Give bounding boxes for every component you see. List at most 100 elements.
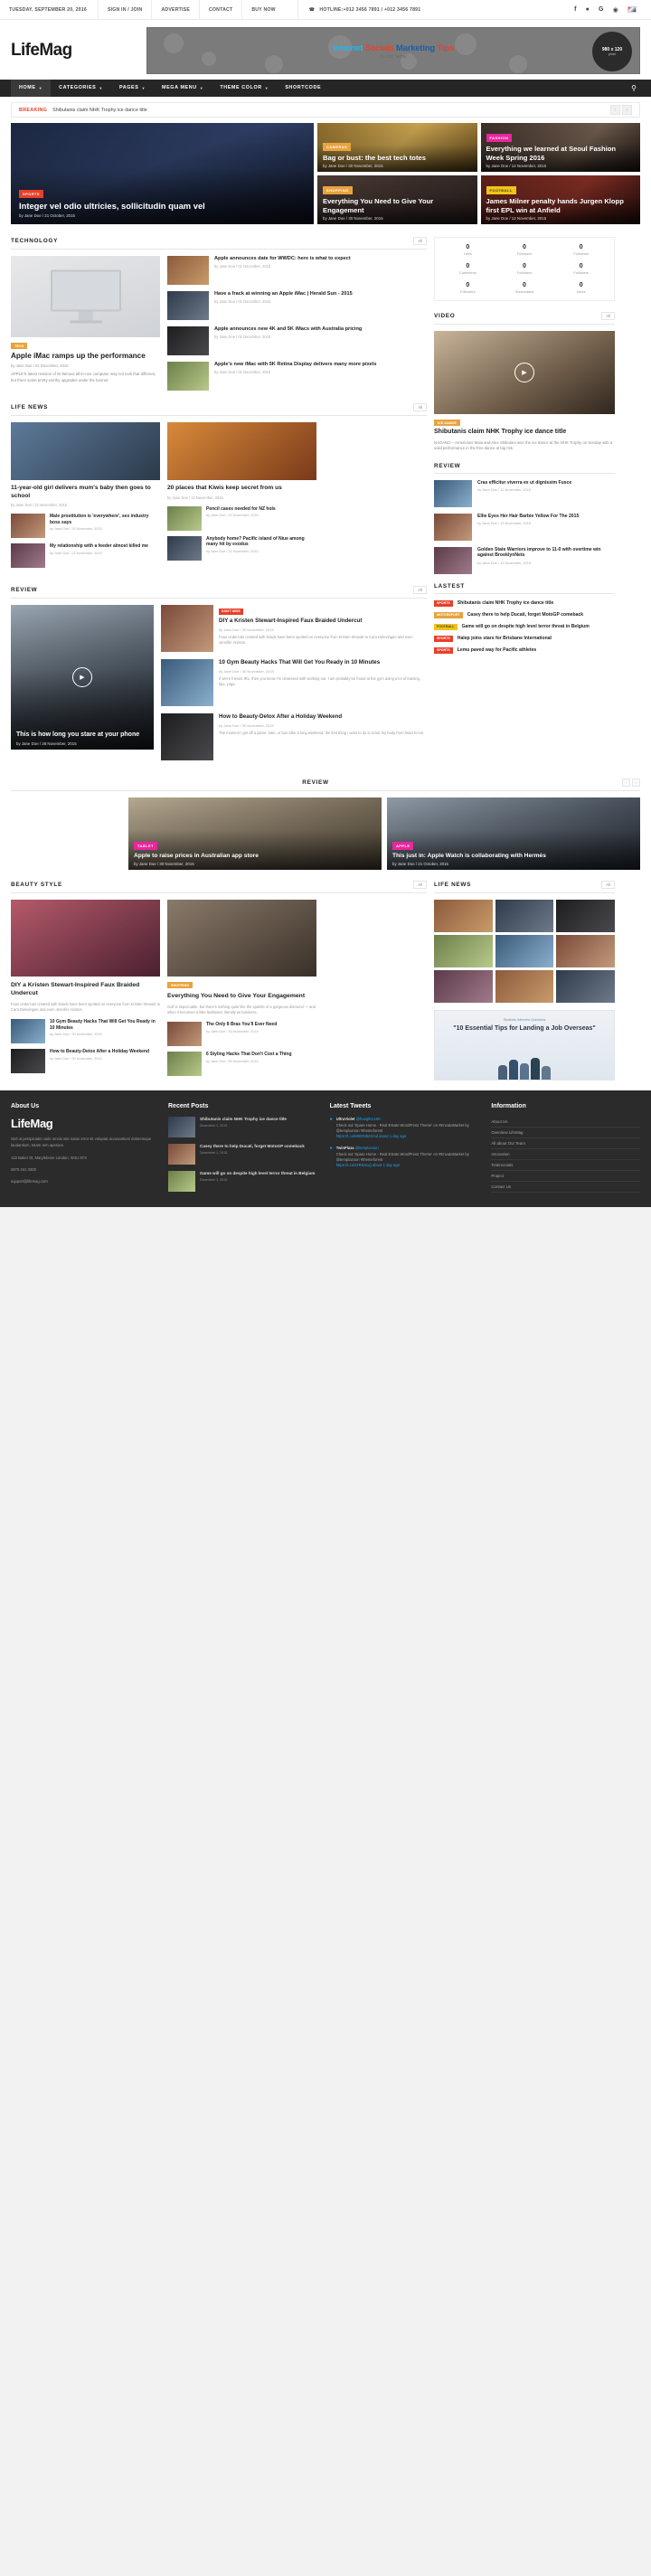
review-strip-card-apple[interactable]: APPLE This just in: Apple Watch is colla… (387, 797, 640, 871)
beauty-column[interactable]: DIY a Kristen Stewart-Inspired Faux Brai… (11, 900, 160, 1081)
grid-thumb[interactable] (434, 900, 493, 933)
category-badge[interactable]: FOOTBALL (486, 186, 516, 195)
breaking-headline[interactable]: Shibutanis claim NHK Trophy ice dance ti… (52, 108, 147, 113)
list-item[interactable]: Casey there to help Ducati, forget MotoG… (168, 1144, 317, 1165)
tech-feature-title[interactable]: Apple iMac ramps up the performance (11, 352, 160, 361)
video-widget[interactable]: ▶ (434, 331, 615, 414)
hero-card-shopping[interactable]: SHOPPING Everything You Need to Give You… (317, 175, 477, 224)
list-item[interactable]: Golden State Warriors improve to 11-0 wi… (434, 546, 615, 574)
hero-main-card[interactable]: SPORTS Integer vel odio ultricies, solli… (11, 123, 314, 224)
category-badge[interactable]: ICE DANCE (434, 420, 460, 426)
list-item-title[interactable]: Game will go on despite high level terro… (462, 624, 590, 630)
category-badge[interactable]: APPLE (392, 841, 414, 850)
footer-link-contact[interactable]: Contact Us (491, 1182, 641, 1194)
list-item[interactable]: How to Beauty-Detox After a Holiday Week… (161, 713, 427, 761)
flag-icon[interactable] (627, 6, 637, 13)
list-item[interactable]: SPORTS Shibutanis claim NHK Trophy ice d… (434, 599, 615, 607)
list-item-title[interactable]: Casey there to help Ducati, forget MotoG… (200, 1144, 305, 1149)
list-item-title[interactable]: Shibutanis claim NHK Trophy ice dance ti… (458, 600, 553, 607)
review-feature-title[interactable]: This is how long you stare at your phone (16, 731, 148, 740)
search-icon[interactable]: ⚲ (631, 84, 640, 92)
nav-item-shortcode[interactable]: SHORTCODE (277, 80, 329, 97)
review-feature-card[interactable]: ▶ This is how long you stare at your pho… (11, 605, 154, 750)
list-item-title[interactable]: Apple announces new 4K and 5K iMacs with… (214, 326, 427, 333)
grid-thumb[interactable] (495, 970, 554, 1004)
grid-thumb[interactable] (495, 900, 554, 933)
list-item-title[interactable]: Game will go on despite high level terro… (200, 1171, 315, 1176)
hero-card-title[interactable]: Bag or bust: the best tech totes (323, 154, 472, 162)
twitter-icon[interactable]: ● (586, 6, 590, 13)
tweet-link[interactable]: https://t.co/z4R5wcq) about 1 day ago (336, 1163, 400, 1167)
promo-banner[interactable]: Students Interview Questions "10 Essenti… (434, 1010, 615, 1081)
list-item[interactable]: Ellie Eyes Her Hair Barbie Yellow For Th… (434, 513, 615, 541)
category-badge[interactable]: SPORTS (434, 635, 453, 642)
nav-item-mega-menu[interactable]: MEGA MENU ▼ (154, 80, 212, 97)
list-item-title[interactable]: How to Beauty-Detox After a Holiday Week… (50, 1049, 149, 1055)
card-title[interactable]: This just in: Apple Watch is collaborati… (392, 853, 635, 860)
play-icon[interactable]: ▶ (72, 667, 92, 688)
list-item-title[interactable]: Apple announces date for WWDC: here is w… (214, 256, 427, 262)
topbar-link-signin[interactable]: SIGN IN / JOIN (97, 0, 152, 20)
hero-card-football[interactable]: FOOTBALL James Milner penalty hands Jurg… (480, 175, 640, 224)
list-item[interactable]: Apple announces date for WWDC: here is w… (167, 256, 427, 285)
nav-item-categories[interactable]: CATEGORIES ▼ (51, 80, 111, 97)
ad-cta[interactable]: CLICK NOW (333, 54, 454, 59)
tech-feature[interactable]: TECH Apple iMac ramps up the performance… (11, 256, 160, 391)
view-all-button[interactable]: All (413, 881, 427, 890)
list-item-title[interactable]: DIY a Kristen Stewart-Inspired Faux Brai… (219, 618, 427, 625)
list-item[interactable]: My relationship with a feeder almost kil… (11, 543, 160, 569)
lifenews-card-title[interactable]: 20 places that Kiwis keep secret from us (167, 485, 316, 493)
hero-main-title[interactable]: Integer vel odio ultricies, sollicitudin… (19, 201, 306, 212)
topbar-link-buynow[interactable]: BUY NOW (241, 0, 284, 20)
hero-card-title[interactable]: Everything we learned at Seoul Fashion W… (486, 145, 636, 162)
card-title[interactable]: Apple to raise prices in Australian app … (134, 853, 376, 860)
list-item-title[interactable]: My relationship with a feeder almost kil… (50, 543, 148, 550)
lifenews-card[interactable]: 11-year-old girl delivers mum's baby the… (11, 422, 160, 573)
footer-link-project[interactable]: Project (491, 1171, 641, 1183)
list-item[interactable]: Cras efficitur viverra ex ut dignissim F… (434, 479, 615, 507)
tweet-link[interactable]: https://t.co/M0O5Ib2Xmd about 1 day ago (336, 1134, 407, 1138)
list-item[interactable]: 10 Gym Beauty Hacks That Will Get You Re… (11, 1019, 160, 1044)
footer-link-overview[interactable]: Overview LifeMag (491, 1128, 641, 1139)
review-strip-card-tablet[interactable]: TABLET Apple to raise prices in Australi… (128, 797, 382, 871)
list-item-title[interactable]: Have a frack at winning an Apple iMac | … (214, 291, 427, 297)
footer-logo[interactable]: LifeMag (11, 1117, 156, 1130)
site-logo[interactable]: LifeMag (11, 41, 137, 61)
grid-thumb[interactable] (556, 935, 615, 968)
view-all-button[interactable]: All (601, 312, 615, 320)
lifenews-card-title[interactable]: 11-year-old girl delivers mum's baby the… (11, 485, 160, 500)
category-badge[interactable]: SPORTS (434, 599, 453, 607)
ad-banner[interactable]: Internet Socials Marketing Tips CLICK NO… (146, 27, 640, 74)
tweet-at[interactable]: @templazoon (355, 1146, 379, 1150)
list-item-title[interactable]: Apple's new iMac with 5K Retina Display … (214, 362, 427, 368)
list-item-title[interactable]: Golden State Warriors improve to 11-0 wi… (477, 547, 615, 559)
list-item-title[interactable]: 6 Styling Hacks That Don't Cost a Thing (206, 1052, 292, 1058)
footer-link-innovation[interactable]: Innovation (491, 1149, 641, 1161)
breaking-next-button[interactable]: › (622, 105, 632, 115)
list-item[interactable]: SPORTS Halep joins stars for Brisbane In… (434, 635, 615, 642)
list-item-title[interactable]: Halep joins stars for Brisbane Internati… (458, 636, 552, 642)
category-badge[interactable]: TABLET (134, 841, 158, 850)
footer-email[interactable]: support@lifemag.com (11, 1178, 156, 1184)
tweet-handle[interactable]: UltraViolet (336, 1117, 355, 1121)
list-item[interactable]: The Only 8 Bras You'll Ever Need by Jane… (167, 1022, 316, 1047)
tweet-item[interactable]: ● UltraViolet @hunglinc190 Check out 'Sp… (330, 1117, 479, 1139)
nav-item-pages[interactable]: PAGES ▼ (111, 80, 154, 97)
topbar-link-contact[interactable]: CONTACT (198, 0, 241, 20)
list-item[interactable]: 6 Styling Hacks That Don't Cost a Thing … (167, 1052, 316, 1077)
footer-link-about-us[interactable]: About Us (491, 1117, 641, 1128)
footer-link-team[interactable]: All about Our Team (491, 1138, 641, 1150)
grid-thumb[interactable] (556, 970, 615, 1004)
beauty-title[interactable]: DIY a Kristen Stewart-Inspired Faux Brai… (11, 982, 160, 998)
list-item[interactable]: DON'T MISS DIY a Kristen Stewart-Inspire… (161, 605, 427, 653)
hero-card-fashion[interactable]: FASHION Everything we learned at Seoul F… (480, 123, 640, 172)
strip-next-button[interactable]: › (632, 778, 641, 788)
view-all-button[interactable]: All (413, 403, 427, 411)
facebook-icon[interactable]: f (574, 6, 577, 13)
list-item-title[interactable]: Male prostitution is 'everywhere', sex i… (50, 514, 160, 525)
strip-prev-button[interactable]: ‹ (622, 778, 631, 788)
category-badge[interactable]: SHOPPING (167, 982, 193, 989)
lifenews-card[interactable]: 20 places that Kiwis keep secret from us… (167, 422, 316, 573)
list-item-title[interactable]: Cras efficitur viverra ex ut dignissim F… (477, 480, 571, 486)
grid-thumb[interactable] (434, 935, 493, 968)
